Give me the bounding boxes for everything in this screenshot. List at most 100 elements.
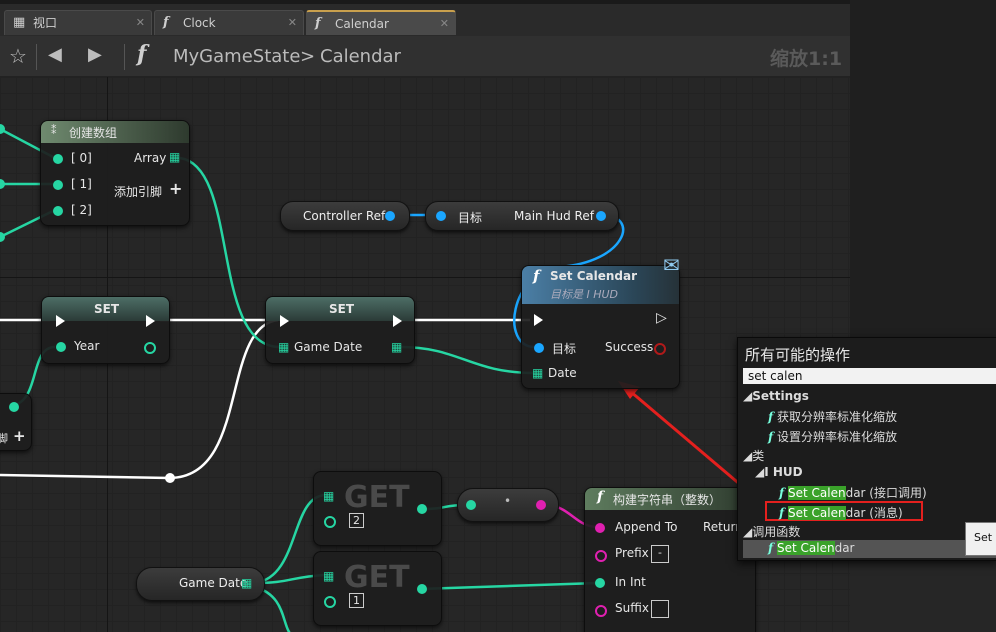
plus-icon[interactable]: +	[169, 179, 182, 198]
pin[interactable]	[9, 402, 19, 412]
exec-in-pin[interactable]	[56, 315, 65, 327]
node-subtitle: 目标是 I HUD	[550, 288, 619, 301]
close-icon[interactable]: ✕	[136, 11, 145, 35]
game-date-var-node[interactable]: Game Date ▦	[136, 567, 265, 601]
pin[interactable]	[595, 523, 605, 533]
prefix-input[interactable]: -	[651, 545, 669, 563]
category-settings[interactable]: ◢Settings	[743, 389, 809, 403]
node-title: GET	[344, 480, 410, 515]
divider	[124, 44, 125, 70]
get-node[interactable]: GET ▦ 1	[313, 551, 442, 626]
array-pin-icon[interactable]: ▦	[169, 150, 180, 164]
menu-item[interactable]: f Set Calendar (接口调用)	[779, 484, 927, 501]
array-pin-icon[interactable]: ▦	[323, 569, 334, 583]
array-pin-icon[interactable]: ▦	[323, 489, 334, 503]
make-array-node[interactable]: ⁑ 创建数组 [ 0] [ 1] [ 2] Array ▦ 添加引脚 +	[40, 120, 190, 226]
node-label: Game Date	[179, 576, 248, 590]
pin[interactable]	[596, 211, 606, 221]
exec-out-pin[interactable]	[393, 315, 402, 327]
pin-label: Prefix	[615, 546, 649, 560]
tab-clock[interactable]: f Clock ✕	[154, 10, 304, 35]
category-label: 调用函数	[752, 525, 801, 539]
get-node[interactable]: GET ▦ 2	[313, 471, 442, 546]
pin[interactable]	[53, 206, 63, 216]
graph-toolbar: ☆ ◀ ▶ f MyGameState > Calendar 缩放1:1	[0, 36, 850, 77]
tab-label: Clock	[183, 16, 216, 30]
back-arrow-icon[interactable]: ◀	[48, 44, 62, 65]
menu-item[interactable]: f 设置分辨率标准化缩放	[768, 428, 897, 445]
menu-item-label: 获取分辨率标准化缩放	[777, 410, 898, 424]
plus-icon[interactable]: +	[13, 427, 26, 445]
exec-out-pin[interactable]: ▷	[656, 310, 667, 326]
exec-out-pin[interactable]	[146, 315, 155, 327]
collapse-arrow-icon: ◢	[743, 525, 753, 539]
category-label: Settings	[752, 389, 809, 403]
set-game-date-node[interactable]: SET ▦ Game Date ▦	[265, 296, 415, 364]
close-icon[interactable]: ✕	[440, 12, 449, 36]
tab-calendar[interactable]: f Calendar ✕	[306, 10, 456, 35]
pin[interactable]	[56, 342, 66, 352]
pin-label: Main Hud Ref	[514, 209, 594, 223]
pin[interactable]	[534, 343, 544, 353]
breadcrumb-current: Calendar	[320, 46, 401, 67]
conversion-node[interactable]: •	[457, 488, 559, 522]
array-pin-icon[interactable]: ▦	[391, 340, 402, 354]
function-icon: f	[533, 267, 540, 285]
context-menu: 所有可能的操作 set calen ◢Settings f 获取分辨率标准化缩放…	[737, 337, 996, 561]
pin[interactable]	[466, 500, 476, 510]
pin[interactable]	[417, 584, 427, 594]
pin[interactable]	[595, 550, 607, 562]
pin[interactable]	[324, 596, 336, 608]
set-calendar-node[interactable]: f Set Calendar 目标是 I HUD ▷ 目标 Success ▦ …	[521, 265, 680, 389]
array-pin-icon[interactable]: ▦	[241, 576, 252, 590]
pin[interactable]	[324, 516, 336, 528]
category-ihud[interactable]: ◢I HUD	[755, 465, 803, 479]
partial-node[interactable]: 脚 +	[0, 393, 32, 451]
pin[interactable]	[417, 504, 427, 514]
index-input[interactable]: 1	[349, 593, 364, 608]
category-call-function[interactable]: ◢调用函数	[743, 523, 800, 540]
node-title: 构建字符串（整数）	[613, 493, 722, 507]
pin[interactable]	[595, 578, 605, 588]
suffix-input[interactable]	[651, 600, 669, 618]
function-icon: f	[779, 506, 785, 520]
pin[interactable]	[144, 342, 156, 354]
pin[interactable]	[595, 605, 607, 617]
pin[interactable]	[53, 154, 63, 164]
star-icon[interactable]: ☆	[9, 44, 27, 68]
search-input[interactable]: set calen	[743, 368, 996, 384]
main-hud-ref-node[interactable]: 目标 Main Hud Ref	[425, 201, 619, 231]
set-year-node[interactable]: SET Year	[41, 296, 170, 364]
pin[interactable]	[53, 180, 63, 190]
node-title: Set Calendar	[550, 269, 637, 283]
array-icon: ⁑	[51, 124, 57, 137]
breadcrumb-parent[interactable]: MyGameState	[173, 46, 300, 67]
node-title: SET	[94, 302, 120, 316]
index-input[interactable]: 2	[349, 513, 364, 528]
pin[interactable]	[536, 500, 546, 510]
array-pin-icon[interactable]: ▦	[532, 366, 543, 380]
pin[interactable]	[385, 211, 395, 221]
reroute-node	[165, 473, 175, 483]
pin[interactable]	[654, 343, 666, 355]
divider	[36, 44, 37, 70]
close-icon[interactable]: ✕	[288, 11, 297, 35]
pin[interactable]	[436, 211, 446, 221]
forward-arrow-icon[interactable]: ▶	[88, 44, 102, 65]
blueprint-graph[interactable]: ⁑ 创建数组 [ 0] [ 1] [ 2] Array ▦ 添加引脚 + Con…	[0, 77, 850, 632]
menu-item-selected[interactable]: f Set Calendar (消息)	[779, 504, 903, 521]
menu-item[interactable]: f Set Calendar	[768, 541, 854, 555]
build-string-node[interactable]: f 构建字符串（整数） Append To Return Prefix - In…	[584, 487, 756, 632]
add-pin-label[interactable]: 添加引脚	[114, 183, 162, 200]
exec-in-pin[interactable]	[280, 315, 289, 327]
exec-in-pin[interactable]	[534, 314, 543, 326]
array-pin-icon[interactable]: ▦	[278, 340, 289, 354]
tab-viewport[interactable]: ▦ 视口 ✕	[4, 10, 152, 35]
pin-label: Suffix	[615, 601, 649, 615]
pin-label: [ 1]	[71, 177, 92, 191]
menu-item-label: dar	[834, 541, 855, 555]
controller-ref-node[interactable]: Controller Ref	[280, 201, 410, 231]
function-icon: f	[163, 15, 169, 30]
category-class[interactable]: ◢类	[743, 447, 764, 464]
menu-item[interactable]: f 获取分辨率标准化缩放	[768, 408, 897, 425]
